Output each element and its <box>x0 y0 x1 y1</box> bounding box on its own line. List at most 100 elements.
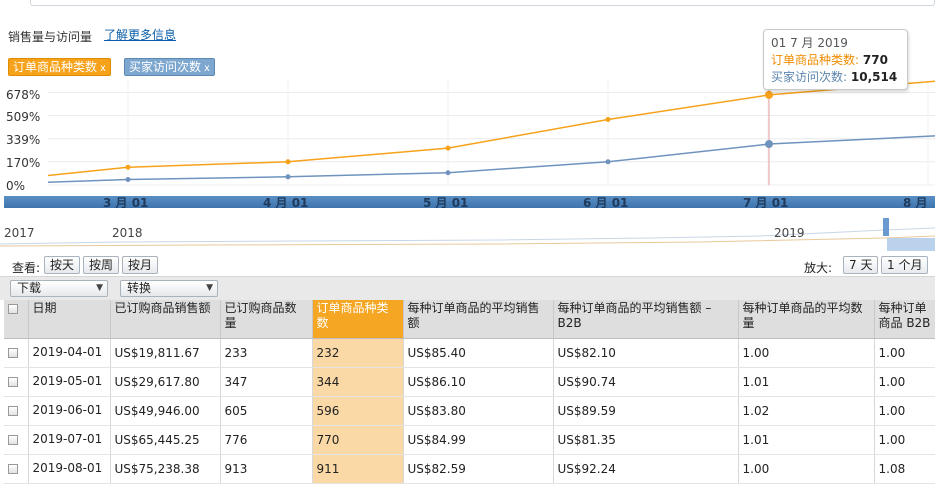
column-header[interactable]: 日期 <box>28 300 111 339</box>
chip-label: 订单商品种类数 <box>13 60 98 74</box>
table-header-row: 日期 已订购商品销售额 已订购商品数量 订单商品种类数 每种订单商品的平均销售额… <box>4 300 935 339</box>
table-row[interactable]: 2019-06-01 US$49,946.00 605 596 US$83.80 US$8… <box>4 396 935 426</box>
date-cell: 2019-07-01 <box>28 425 111 455</box>
data-point <box>765 140 773 149</box>
column-header[interactable]: 每种订单商品 B2B <box>874 300 935 339</box>
top-panel-edge <box>30 0 935 6</box>
table-cell: 232 <box>312 338 404 368</box>
tooltip-value: 10,514 <box>850 70 898 84</box>
data-point <box>605 116 611 122</box>
data-point <box>285 159 291 165</box>
chip-order-item-types[interactable]: 订单商品种类数 x <box>8 58 111 76</box>
range-selection[interactable] <box>887 238 935 251</box>
checkbox-icon[interactable] <box>8 406 18 416</box>
column-header[interactable]: 每种订单商品的平均销售额 <box>403 300 554 339</box>
download-select[interactable]: 下载 ▼ <box>10 280 108 297</box>
chip-buyer-visits[interactable]: 买家访问次数 x <box>124 58 215 76</box>
data-point <box>125 177 131 183</box>
row-select-cell[interactable] <box>4 396 29 426</box>
table-cell: US$49,946.00 <box>110 396 221 426</box>
sales-traffic-chart[interactable] <box>0 80 935 196</box>
view-by-week-button[interactable]: 按周 <box>83 256 120 274</box>
data-point <box>445 170 451 176</box>
chart-tooltip: 01 7 月 2019 订单商品种类数: 770 买家访问次数: 10,514 <box>763 29 908 90</box>
year-label: 2019 <box>774 226 805 240</box>
table-cell: 1.00 <box>874 338 935 368</box>
range-handle[interactable] <box>883 218 889 236</box>
learn-more-link[interactable]: 了解更多信息 <box>104 26 176 43</box>
table-cell: US$82.10 <box>553 338 739 368</box>
zoom-1-month-button[interactable]: 1 个月 <box>881 256 929 274</box>
table-cell: 1.00 <box>874 425 935 455</box>
row-select-cell[interactable] <box>4 425 29 455</box>
checkbox-icon[interactable] <box>8 348 18 358</box>
table-cell: US$89.59 <box>553 396 739 426</box>
table-cell: US$86.10 <box>403 367 554 397</box>
data-point <box>605 159 611 165</box>
tooltip-value: 770 <box>862 53 888 67</box>
table-row[interactable]: 2019-08-01 US$75,238.38 913 911 US$82.59 US$9… <box>4 454 935 484</box>
table-cell: 347 <box>220 367 313 397</box>
column-header[interactable]: 已订购商品数量 <box>220 300 313 339</box>
close-icon[interactable]: x <box>204 63 210 74</box>
chevron-down-icon: ▼ <box>206 283 213 293</box>
row-select-cell[interactable] <box>4 338 29 368</box>
table-cell: US$83.80 <box>403 396 554 426</box>
column-header[interactable]: 每种订单商品的平均数量 <box>738 300 875 339</box>
checkbox-icon[interactable] <box>8 464 18 474</box>
column-header[interactable]: 已订购商品销售额 <box>110 300 221 339</box>
zoom-7-days-button[interactable]: 7 天 <box>843 256 879 274</box>
view-by-month-button[interactable]: 按月 <box>122 256 159 274</box>
year-label: 2017 <box>4 226 35 240</box>
table-cell: US$82.59 <box>403 454 554 484</box>
table-cell: 1.00 <box>738 338 875 368</box>
table-cell: 1.00 <box>874 367 935 397</box>
table-cell: US$65,445.25 <box>110 425 221 455</box>
checkbox-icon[interactable] <box>8 435 18 445</box>
table-cell: US$29,617.80 <box>110 367 221 397</box>
data-point <box>765 90 773 99</box>
table-row[interactable]: 2019-04-01 US$19,811.67 233 232 US$85.40 US$8… <box>4 338 935 368</box>
checkbox-icon[interactable] <box>8 303 18 314</box>
view-by-day-button[interactable]: 按天 <box>44 256 81 274</box>
table-cell: 770 <box>312 425 404 455</box>
data-point <box>445 145 451 151</box>
table-cell: 1.01 <box>738 367 875 397</box>
table-cell: US$19,811.67 <box>110 338 221 368</box>
table-cell: 596 <box>312 396 404 426</box>
table-cell: 1.02 <box>738 396 875 426</box>
column-header[interactable]: 每种订单商品的平均销售额 – B2B <box>553 300 739 339</box>
download-label: 下载 <box>17 281 42 295</box>
section-title: 销售量与访问量 <box>8 30 93 44</box>
close-icon[interactable]: x <box>100 63 106 74</box>
zoom-label: 放大: <box>804 261 833 275</box>
date-cell: 2019-06-01 <box>28 396 111 426</box>
data-point <box>285 174 291 180</box>
table-cell: US$75,238.38 <box>110 454 221 484</box>
table-cell: US$84.99 <box>403 425 554 455</box>
convert-select[interactable]: 转换 ▼ <box>120 280 218 297</box>
row-select-cell[interactable] <box>4 367 29 397</box>
checkbox-icon[interactable] <box>8 377 18 387</box>
year-label: 2018 <box>112 226 143 240</box>
tooltip-label: 订单商品种类数: <box>771 53 860 67</box>
row-select-cell[interactable] <box>4 454 29 484</box>
table-cell: 1.01 <box>738 425 875 455</box>
table-cell: 233 <box>220 338 313 368</box>
chip-label: 买家访问次数 <box>129 60 202 74</box>
table-cell: 911 <box>312 454 404 484</box>
date-cell: 2019-05-01 <box>28 367 111 397</box>
select-all-cell[interactable] <box>4 300 29 339</box>
table-cell: 605 <box>220 396 313 426</box>
table-cell: 913 <box>220 454 313 484</box>
column-header-highlighted[interactable]: 订单商品种类数 <box>312 300 404 339</box>
table-cell: 344 <box>312 367 404 397</box>
table-row[interactable]: 2019-07-01 US$65,445.25 776 770 US$84.99 US$8… <box>4 425 935 455</box>
date-cell: 2019-08-01 <box>28 454 111 484</box>
sales-traffic-page: 销售量与访问量 了解更多信息 订单商品种类数 x 买家访问次数 x 678% 509… <box>0 0 935 484</box>
convert-label: 转换 <box>127 281 152 295</box>
table-row[interactable]: 2019-05-01 US$29,617.80 347 344 US$86.10 US$9… <box>4 367 935 397</box>
tooltip-label: 买家访问次数: <box>771 70 848 84</box>
table-cell: US$81.35 <box>553 425 739 455</box>
view-label: 查看: <box>12 261 41 275</box>
